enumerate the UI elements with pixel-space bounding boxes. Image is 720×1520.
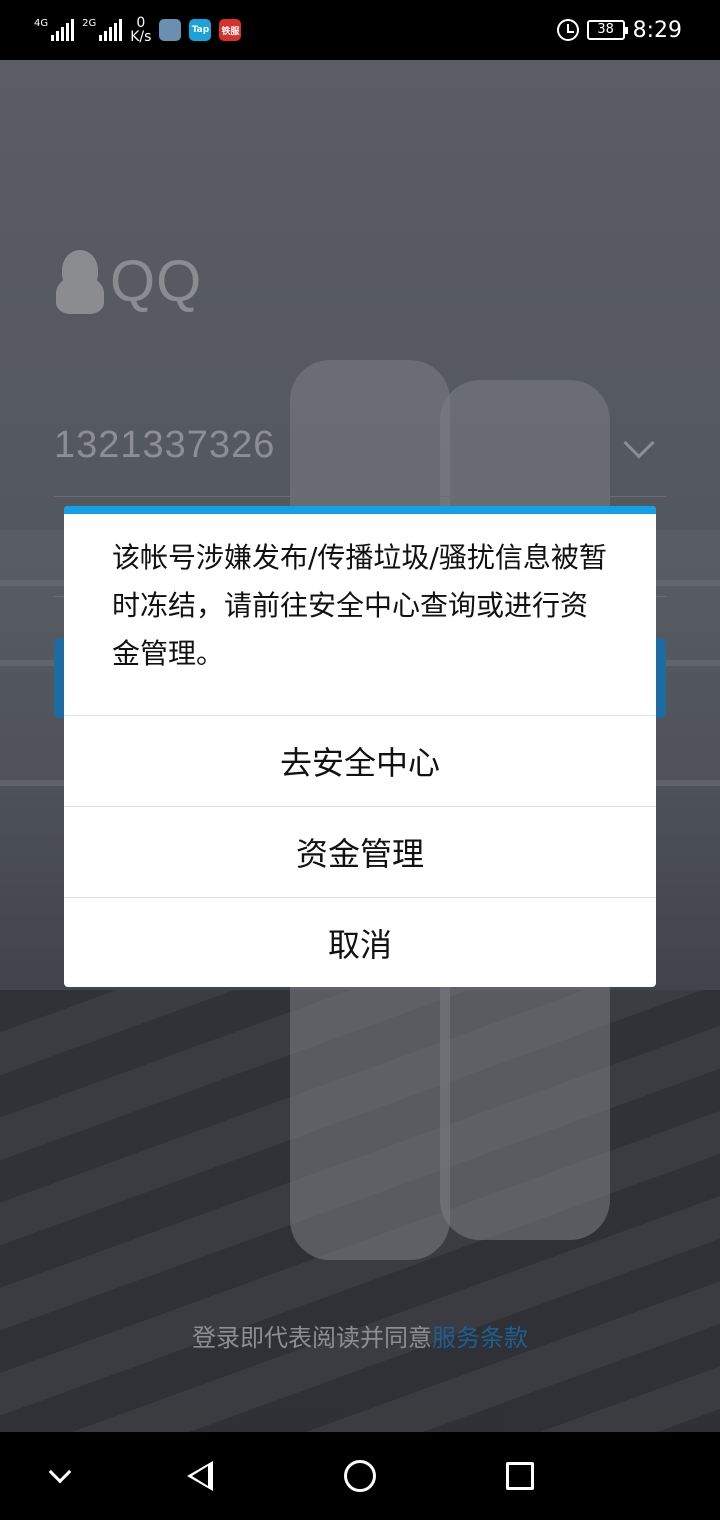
fund-management-button[interactable]: 资金管理	[64, 806, 656, 896]
speed-unit: K/s	[130, 29, 152, 45]
status-left: 4G 2G 0 K/s Tap 铁服	[34, 12, 242, 48]
recent-apps-icon[interactable]	[480, 1432, 560, 1520]
account-underline	[54, 496, 666, 497]
battery-icon: 38	[586, 20, 628, 40]
account-input[interactable]: 1321337326	[54, 424, 275, 467]
clock: 8:29	[632, 17, 682, 43]
account-frozen-dialog: 该帐号涉嫌发布/传播垃圾/骚扰信息被暂时冻结，请前往安全中心查询或进行资金管理。…	[64, 506, 656, 987]
network-speed: 0 K/s	[130, 16, 151, 44]
agreement-text: 登录即代表阅读并同意服务条款	[0, 1318, 720, 1353]
go-security-center-button[interactable]: 去安全中心	[64, 715, 656, 805]
status-bar: 4G 2G 0 K/s Tap 铁服 38 8:29	[0, 0, 720, 60]
navigation-bar	[0, 1432, 720, 1520]
network-type-2: 2G	[82, 18, 97, 29]
qq-logo: QQ	[54, 248, 202, 315]
network-type-1: 4G	[34, 18, 49, 29]
signal-icon-2: 2G	[82, 18, 123, 41]
alarm-icon	[556, 19, 579, 41]
tiefu-app-icon: 铁服	[219, 19, 242, 41]
status-right: 38 8:29	[556, 12, 682, 48]
terms-link[interactable]: 服务条款	[432, 1324, 528, 1352]
agreement-prefix: 登录即代表阅读并同意	[192, 1324, 432, 1352]
game-app-icon	[159, 19, 182, 41]
chevron-down-icon[interactable]	[20, 1432, 100, 1520]
penguin-icon	[54, 249, 106, 314]
qq-logo-text: QQ	[110, 249, 203, 314]
account-dropdown-icon[interactable]	[623, 427, 655, 459]
dialog-message: 该帐号涉嫌发布/传播垃圾/骚扰信息被暂时冻结，请前往安全中心查询或进行资金管理。	[112, 541, 607, 670]
back-icon[interactable]	[160, 1432, 240, 1520]
cancel-button[interactable]: 取消	[64, 897, 656, 987]
signal-icon-1: 4G	[34, 18, 75, 41]
tap-app-icon: Tap	[189, 19, 212, 41]
home-icon[interactable]	[320, 1432, 400, 1520]
dialog-accent-bar	[64, 506, 656, 514]
speed-value: 0	[136, 15, 146, 31]
